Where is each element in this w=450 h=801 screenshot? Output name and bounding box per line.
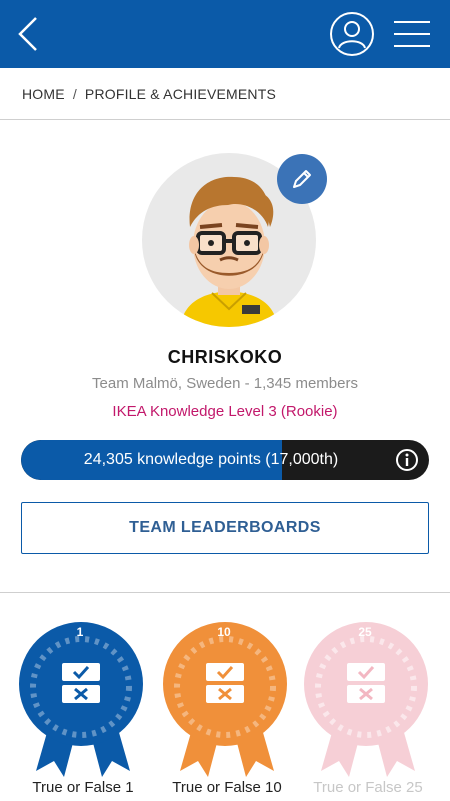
user-circle-icon bbox=[330, 12, 374, 56]
knowledge-points-bar[interactable]: 24,305 knowledge points (17,000th) bbox=[21, 440, 429, 480]
pencil-icon bbox=[293, 170, 311, 188]
badge-number: 25 bbox=[358, 625, 372, 639]
breadcrumb-separator: / bbox=[72, 85, 77, 102]
badge-medal-icon bbox=[163, 622, 287, 777]
top-bar bbox=[0, 0, 450, 68]
badge-number: 1 bbox=[76, 625, 84, 639]
achievement-badges: 1 True or False 1 10 True or False 10 25… bbox=[0, 593, 450, 800]
badge-label: True or False 25 bbox=[313, 779, 423, 796]
profile-button[interactable] bbox=[329, 11, 375, 57]
badge-medal-icon bbox=[19, 622, 143, 777]
breadcrumb-home-link[interactable]: HOME bbox=[22, 86, 65, 102]
chevron-left-icon bbox=[18, 17, 37, 51]
badge-true-or-false-25[interactable]: 25 True or False 25 bbox=[303, 621, 433, 801]
badge-number: 10 bbox=[217, 625, 231, 639]
badge-label: True or False 10 bbox=[172, 779, 282, 796]
back-button[interactable] bbox=[8, 12, 48, 56]
profile-card: CHRISKOKO Team Malmö, Sweden - 1,345 mem… bbox=[0, 121, 450, 593]
badge-true-or-false-1[interactable]: 1 True or False 1 bbox=[18, 621, 148, 801]
badge-true-or-false-10[interactable]: 10 True or False 10 bbox=[162, 621, 292, 801]
edit-avatar-button[interactable] bbox=[277, 154, 327, 204]
breadcrumb: HOME / PROFILE & ACHIEVEMENTS bbox=[0, 68, 450, 120]
knowledge-points-text: 24,305 knowledge points (17,000th) bbox=[83, 451, 339, 468]
info-icon[interactable] bbox=[395, 448, 419, 472]
hamburger-menu-icon bbox=[394, 21, 430, 47]
username: CHRISKOKO bbox=[167, 347, 283, 367]
menu-button[interactable] bbox=[390, 14, 434, 54]
team-info: Team Malmö, Sweden - 1,345 members bbox=[92, 375, 358, 392]
badge-medal-icon bbox=[304, 622, 428, 777]
knowledge-level: IKEA Knowledge Level 3 (Rookie) bbox=[112, 403, 338, 420]
badge-label: True or False 1 bbox=[32, 779, 134, 796]
breadcrumb-current: PROFILE & ACHIEVEMENTS bbox=[84, 85, 277, 102]
team-leaderboards-button[interactable]: TEAM LEADERBOARDS bbox=[21, 502, 429, 554]
